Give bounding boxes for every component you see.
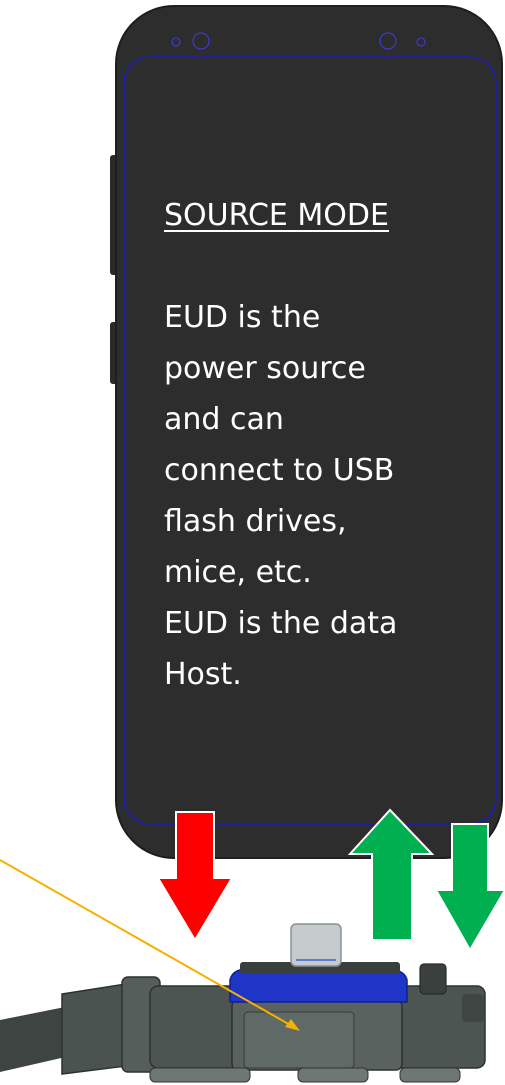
description-line: Host. xyxy=(164,657,242,692)
adapter-strain-relief xyxy=(61,983,127,1075)
usb-adapter xyxy=(0,923,486,1083)
description-line: power source xyxy=(164,351,366,386)
description-line: EUD is the data xyxy=(164,606,398,641)
adapter-cable xyxy=(0,1006,70,1072)
screen-text-block: SOURCE MODE EUD is the power source and … xyxy=(164,190,494,700)
adapter-clip xyxy=(462,994,484,1022)
mode-title: SOURCE MODE xyxy=(164,198,389,233)
description-line: mice, etc. xyxy=(164,555,312,590)
adapter-screw xyxy=(419,963,447,995)
description-line: and can xyxy=(164,402,284,437)
adapter-blue-band xyxy=(229,969,408,1003)
adapter-rail-right xyxy=(399,1067,461,1083)
adapter-rail-center xyxy=(297,1067,369,1083)
description-line: connect to USB xyxy=(164,453,395,488)
adapter-latch xyxy=(243,1011,355,1069)
description-line: EUD is the xyxy=(164,300,321,335)
description-line: flash drives, xyxy=(164,504,347,539)
adapter-rail-left xyxy=(149,1067,251,1083)
